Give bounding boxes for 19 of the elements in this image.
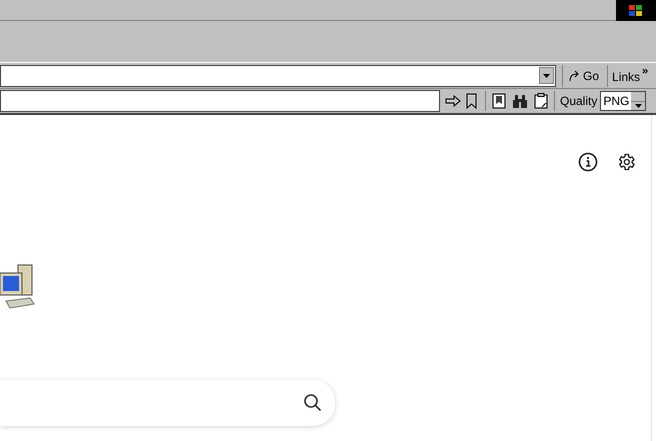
links-button[interactable]: Links » xyxy=(607,64,648,86)
search-icon[interactable] xyxy=(303,393,323,413)
page-icon[interactable] xyxy=(492,93,506,109)
go-arrow-icon xyxy=(568,70,581,82)
binoculars-icon[interactable] xyxy=(512,94,528,108)
caret-icon xyxy=(634,104,642,108)
clipboard-icon[interactable] xyxy=(534,93,548,109)
windows-logo-icon xyxy=(616,0,656,21)
info-icon[interactable] xyxy=(578,152,598,172)
right-arrow-icon[interactable] xyxy=(445,95,461,107)
address-field[interactable] xyxy=(0,64,556,86)
format-spinner[interactable]: PNG xyxy=(600,91,646,111)
dropdown-button[interactable] xyxy=(539,67,554,84)
quality-label: Quality xyxy=(560,93,598,110)
bookmark-icon[interactable] xyxy=(466,93,477,109)
settings-icon[interactable] xyxy=(616,152,636,172)
caret-icon xyxy=(543,74,550,78)
url-field[interactable] xyxy=(0,90,440,112)
go-button[interactable]: Go xyxy=(562,64,604,86)
